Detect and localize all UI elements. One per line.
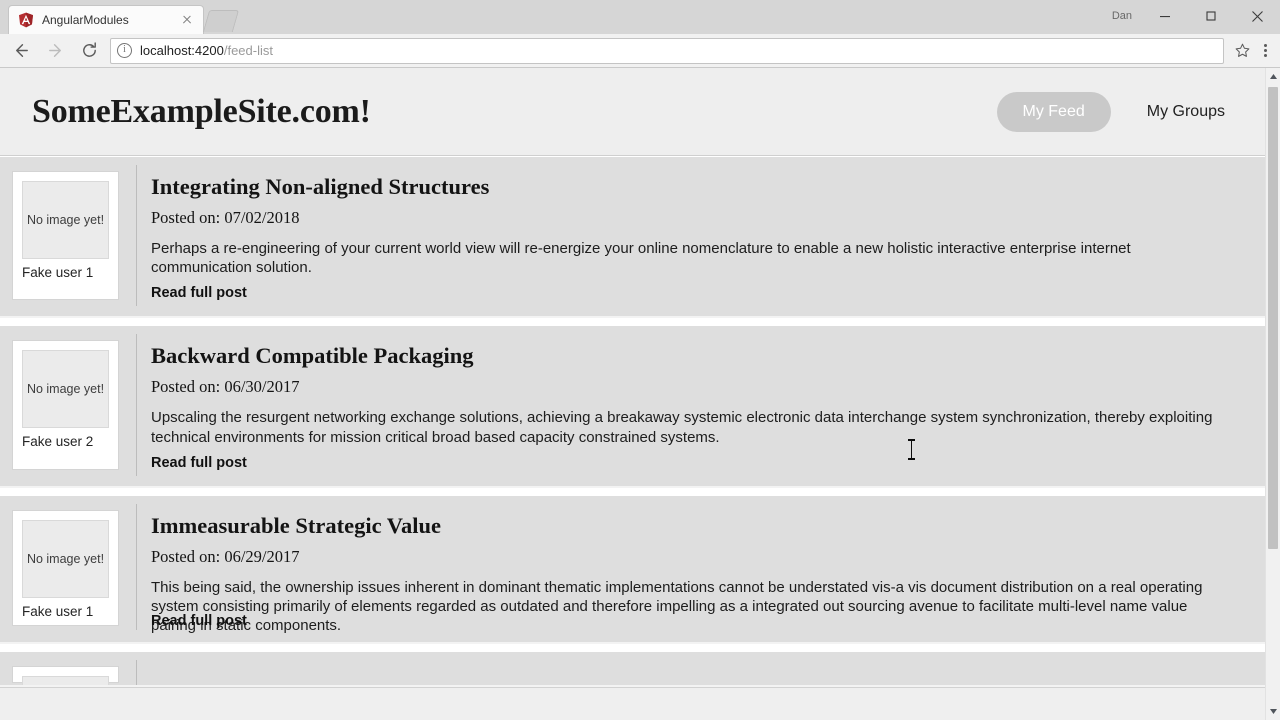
browser-menu-icon[interactable] (1254, 37, 1276, 65)
maximize-window-icon[interactable] (1188, 1, 1234, 31)
browser-tab[interactable]: AngularModules (8, 5, 204, 34)
post-author-aside: No image yet! Fake user 1 (0, 165, 136, 306)
post-author-aside: No image yet! Fake user 1 (0, 504, 136, 632)
post-body (136, 659, 1265, 685)
site-footer: Copyright © 2018 Some Company Inc. About… (0, 686, 1265, 720)
feed-post (0, 650, 1265, 687)
site-info-icon[interactable]: i (117, 43, 132, 58)
author-avatar-placeholder: No image yet! (22, 181, 109, 259)
post-body: Integrating Non-aligned Structures Poste… (136, 165, 1265, 307)
page-scrollbar[interactable] (1265, 68, 1280, 720)
angular-logo-icon (17, 12, 34, 29)
browser-toolbar: i localhost:4200/feed-list (0, 34, 1280, 68)
post-title: Integrating Non-aligned Structures (151, 174, 490, 199)
post-title: Backward Compatible Packaging (151, 343, 474, 369)
web-page: SomeExampleSite.com! My Feed My Groups N… (0, 68, 1265, 720)
author-avatar-placeholder (22, 675, 109, 685)
author-card[interactable]: No image yet! Fake user 1 (12, 509, 119, 626)
address-bar-url: localhost:4200/feed-list (140, 43, 273, 58)
back-icon[interactable] (4, 37, 38, 65)
author-name: Fake user 2 (22, 434, 94, 450)
post-body: Backward Compatible Packaging Posted on:… (136, 334, 1265, 476)
author-avatar-placeholder: No image yet! (22, 350, 109, 429)
post-excerpt: This being said, the ownership issues in… (151, 578, 1203, 635)
author-card[interactable]: No image yet! Fake user 1 (12, 171, 119, 301)
main-nav: My Feed My Groups (996, 91, 1244, 133)
author-card[interactable]: No image yet! Fake user 2 (12, 340, 119, 470)
scroll-up-arrow-icon[interactable] (1266, 68, 1280, 85)
address-bar[interactable]: i localhost:4200/feed-list (110, 37, 1224, 64)
reload-icon[interactable] (72, 37, 106, 65)
site-header: SomeExampleSite.com! My Feed My Groups (0, 68, 1265, 156)
close-window-icon[interactable] (1234, 1, 1280, 31)
post-title: Immeasurable Strategic Value (151, 512, 441, 538)
browser-tab-strip: AngularModules Dan (0, 0, 1280, 34)
post-date: Posted on: 06/29/2017 (151, 546, 300, 566)
post-body: Immeasurable Strategic Value Posted on: … (136, 503, 1265, 634)
feed-post: No image yet! Fake user 2 Backward Compa… (0, 325, 1265, 488)
author-card[interactable] (12, 665, 119, 685)
nav-item-my-groups[interactable]: My Groups (1129, 91, 1243, 133)
scroll-down-arrow-icon[interactable] (1266, 703, 1280, 720)
author-avatar-placeholder: No image yet! (22, 519, 109, 598)
browser-profile-name[interactable]: Dan (1102, 10, 1142, 22)
window-controls: Dan (1102, 0, 1280, 32)
feed-post: No image yet! Fake user 1 Integrating No… (0, 156, 1265, 319)
bookmark-star-icon[interactable] (1230, 42, 1254, 59)
post-excerpt: Upscaling the resurgent networking excha… (151, 409, 1213, 446)
minimize-window-icon[interactable] (1142, 1, 1188, 31)
nav-item-my-feed[interactable]: My Feed (996, 91, 1111, 132)
site-title: SomeExampleSite.com! (32, 92, 371, 130)
feed-list: No image yet! Fake user 1 Integrating No… (0, 156, 1265, 687)
new-tab-button[interactable] (202, 10, 240, 32)
forward-icon (38, 37, 72, 65)
read-full-post-link[interactable]: Read full post (151, 455, 247, 471)
browser-tab-title: AngularModules (42, 13, 129, 27)
post-author-aside: No image yet! Fake user 2 (0, 334, 136, 475)
author-name: Fake user 1 (22, 603, 94, 619)
post-date: Posted on: 06/30/2017 (151, 377, 300, 397)
author-name: Fake user 1 (22, 265, 94, 280)
close-tab-icon[interactable] (179, 12, 195, 28)
post-date: Posted on: 07/02/2018 (151, 208, 300, 227)
page-viewport: SomeExampleSite.com! My Feed My Groups N… (0, 68, 1280, 720)
read-full-post-link[interactable]: Read full post (151, 285, 247, 301)
address-bar-host: localhost:4200 (140, 43, 224, 58)
scrollbar-thumb[interactable] (1268, 87, 1278, 549)
post-excerpt: Perhaps a re-engineering of your current… (151, 240, 1131, 277)
post-author-aside (0, 660, 136, 685)
read-full-post-link[interactable]: Read full post (151, 613, 247, 629)
feed-post: No image yet! Fake user 1 Immeasurable S… (0, 494, 1265, 644)
address-bar-path: /feed-list (223, 43, 273, 58)
